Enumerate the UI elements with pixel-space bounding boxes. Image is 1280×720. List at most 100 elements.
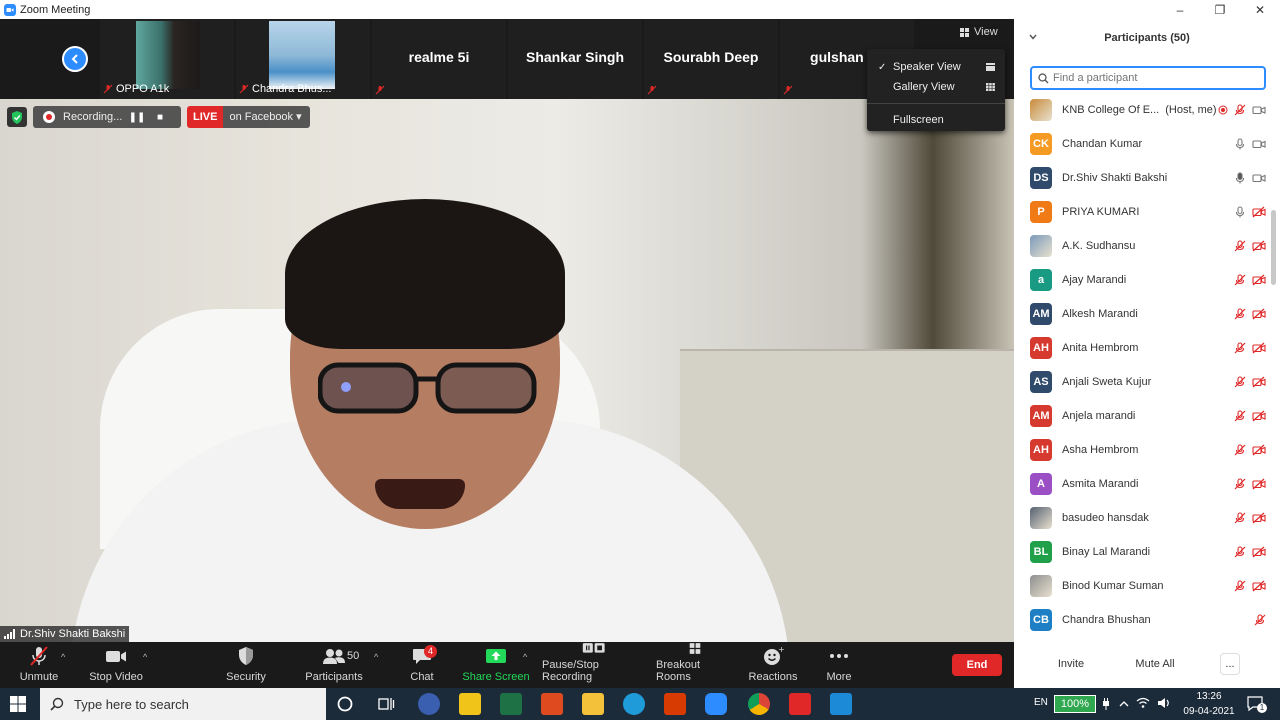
video-camera-icon[interactable] xyxy=(1252,138,1266,150)
unmute-button[interactable]: Unmute xyxy=(14,642,64,688)
participant-row[interactable]: AH Anita Hembrom xyxy=(1014,331,1270,365)
video-off-icon[interactable] xyxy=(1252,240,1266,252)
excel-app-icon[interactable] xyxy=(500,693,522,715)
invite-button[interactable]: Invite xyxy=(1054,653,1088,675)
mic-icon[interactable] xyxy=(1234,206,1246,218)
thumbnail-video[interactable]: Shankar Singh xyxy=(508,19,642,99)
participant-row[interactable]: AS Anjali Sweta Kujur xyxy=(1014,365,1270,399)
video-off-icon[interactable] xyxy=(1252,444,1266,456)
video-off-icon[interactable] xyxy=(1252,580,1266,592)
video-off-icon[interactable] xyxy=(1252,308,1266,320)
thumbnail-video[interactable]: realme 5i xyxy=(372,19,506,99)
mic-icon[interactable] xyxy=(1234,138,1246,150)
share-screen-button[interactable]: Share Screen xyxy=(462,642,530,688)
mic-muted-icon[interactable] xyxy=(1234,240,1246,252)
windows-start-icon[interactable] xyxy=(10,696,26,712)
stop-recording-button[interactable]: ■ xyxy=(149,106,171,128)
participant-row[interactable]: Binod Kumar Suman xyxy=(1014,569,1270,603)
video-off-icon[interactable] xyxy=(1252,546,1266,558)
mic-muted-icon[interactable] xyxy=(1234,342,1246,354)
video-off-icon[interactable] xyxy=(1252,342,1266,354)
video-off-icon[interactable] xyxy=(1252,512,1266,524)
wifi-icon[interactable] xyxy=(1136,697,1150,709)
mic-muted-icon[interactable] xyxy=(1234,274,1246,286)
thumbnail-video[interactable]: Chandra Bhus... xyxy=(236,19,370,99)
participant-row[interactable]: KNB College Of E... (Host, me) xyxy=(1014,93,1270,127)
video-off-icon[interactable] xyxy=(1252,274,1266,286)
pause-recording-button[interactable]: ❚❚ xyxy=(126,106,148,128)
participant-row[interactable]: P PRIYA KUMARI xyxy=(1014,195,1270,229)
participant-row[interactable]: a Ajay Marandi xyxy=(1014,263,1270,297)
mic-muted-icon[interactable] xyxy=(1234,512,1246,524)
video-options-caret[interactable]: ^ xyxy=(143,652,147,662)
zoom-taskbar-icon[interactable] xyxy=(705,693,727,715)
reactions-button[interactable]: + Reactions xyxy=(748,642,798,688)
audio-options-caret[interactable]: ^ xyxy=(61,652,65,662)
participant-row[interactable]: AH Asha Hembrom xyxy=(1014,433,1270,467)
menu-item-speaker-view[interactable]: ✓ Speaker View xyxy=(867,57,1005,77)
mic-muted-icon[interactable] xyxy=(1234,478,1246,490)
participant-row[interactable]: AM Anjela marandi xyxy=(1014,399,1270,433)
participant-row[interactable]: A.K. Sudhansu xyxy=(1014,229,1270,263)
menu-item-fullscreen[interactable]: Fullscreen xyxy=(867,110,1005,130)
participant-row[interactable]: DS Dr.Shiv Shakti Bakshi xyxy=(1014,161,1270,195)
chrome-browser-icon[interactable] xyxy=(748,693,770,715)
minimize-button[interactable]: – xyxy=(1160,0,1200,19)
breakout-rooms-button[interactable]: Breakout Rooms xyxy=(656,642,734,688)
mic-icon[interactable] xyxy=(1234,172,1246,184)
office-app-icon[interactable] xyxy=(664,693,686,715)
mic-muted-icon[interactable] xyxy=(1234,104,1246,116)
file-explorer-icon[interactable] xyxy=(582,693,604,715)
store-app-icon[interactable] xyxy=(459,693,481,715)
action-center-button[interactable]: 1 xyxy=(1246,694,1267,714)
video-off-icon[interactable] xyxy=(1252,478,1266,490)
video-off-icon[interactable] xyxy=(1252,376,1266,388)
video-camera-icon[interactable] xyxy=(1252,172,1266,184)
participant-list-scrollbar[interactable] xyxy=(1271,210,1276,285)
edge-browser-icon[interactable] xyxy=(623,693,645,715)
participant-search-box[interactable] xyxy=(1030,66,1266,90)
participant-row[interactable]: AM Alkesh Marandi xyxy=(1014,297,1270,331)
view-button[interactable]: View xyxy=(960,26,998,38)
mic-muted-icon[interactable] xyxy=(1234,410,1246,422)
mic-muted-icon[interactable] xyxy=(1234,308,1246,320)
media-app-icon[interactable] xyxy=(830,693,852,715)
taskbar-search-box[interactable]: Type here to search xyxy=(40,688,326,720)
livestream-indicator[interactable]: LIVE on Facebook ▾ xyxy=(187,106,310,128)
chevron-up-icon[interactable] xyxy=(1118,699,1130,709)
participant-row[interactable]: CK Chandan Kumar xyxy=(1014,127,1270,161)
participants-options-caret[interactable]: ^ xyxy=(374,652,378,662)
menu-item-gallery-view[interactable]: Gallery View xyxy=(867,77,1005,97)
cortana-icon[interactable] xyxy=(336,695,354,713)
participant-search-input[interactable] xyxy=(1053,72,1253,84)
maximize-button[interactable]: ❐ xyxy=(1200,0,1240,19)
speaker-volume-icon[interactable] xyxy=(1157,697,1171,709)
more-options-button[interactable]: ... xyxy=(1220,653,1240,675)
photos-app-icon[interactable] xyxy=(418,693,440,715)
more-button[interactable]: More xyxy=(822,642,856,688)
mute-all-button[interactable]: Mute All xyxy=(1130,653,1180,675)
participant-row[interactable]: basudeo hansdak xyxy=(1014,501,1270,535)
task-view-icon[interactable] xyxy=(377,695,395,713)
mic-muted-icon[interactable] xyxy=(1234,376,1246,388)
share-options-caret[interactable]: ^ xyxy=(523,652,527,662)
encryption-shield-icon[interactable] xyxy=(7,107,27,127)
thumbnail-video[interactable]: Sourabh Deep xyxy=(644,19,778,99)
stop-video-button[interactable]: Stop Video xyxy=(86,642,146,688)
mic-muted-icon[interactable] xyxy=(1234,546,1246,558)
participant-row[interactable]: CB Chandra Bhushan xyxy=(1014,603,1270,637)
security-button[interactable]: Security xyxy=(222,642,270,688)
video-camera-icon[interactable] xyxy=(1252,104,1266,116)
thumbnail-video[interactable]: OPPO A1k xyxy=(100,19,234,99)
participant-row[interactable]: A Asmita Marandi xyxy=(1014,467,1270,501)
participants-button[interactable]: Participants xyxy=(304,642,364,688)
mic-muted-icon[interactable] xyxy=(1234,444,1246,456)
live-target-dropdown[interactable]: on Facebook ▾ xyxy=(223,106,310,128)
participant-row[interactable]: BL Binay Lal Marandi xyxy=(1014,535,1270,569)
taskbar-clock[interactable]: 13:26 09-04-2021 xyxy=(1176,689,1242,719)
close-window-button[interactable]: ✕ xyxy=(1240,0,1280,19)
battery-indicator[interactable]: 100% xyxy=(1054,695,1096,713)
video-off-icon[interactable] xyxy=(1252,410,1266,422)
mic-muted-icon[interactable] xyxy=(1254,614,1266,626)
previous-page-button[interactable] xyxy=(62,46,88,72)
